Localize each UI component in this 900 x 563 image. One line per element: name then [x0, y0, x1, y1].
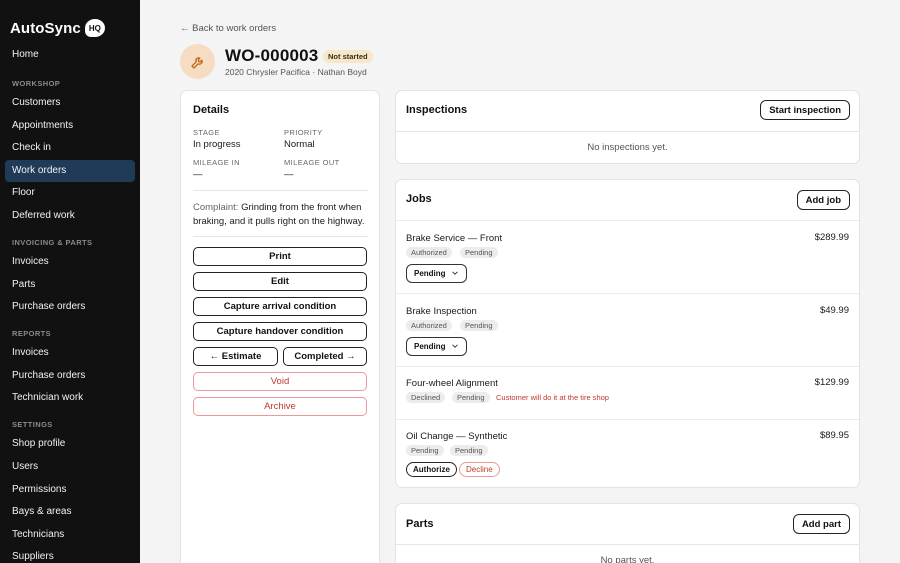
details-title: Details: [193, 104, 230, 116]
status-badge: Not started: [323, 50, 373, 63]
job-name: Four-wheel Alignment: [406, 378, 498, 389]
job-tag: Authorized: [406, 320, 452, 331]
capture-handover-button[interactable]: Capture handover condition: [193, 322, 367, 341]
nav-section-settings: SETTINGS: [12, 420, 53, 430]
priority-value: Normal: [284, 139, 315, 150]
inspections-empty: No inspections yet.: [587, 142, 668, 153]
mileage-out-value: —: [284, 169, 294, 180]
work-order-avatar: [180, 44, 215, 79]
nav-item-appointments[interactable]: Appointments: [5, 115, 135, 137]
nav-item-check-in[interactable]: Check in: [5, 137, 135, 159]
job-row[interactable]: Brake Service — Front $289.99 Authorized…: [396, 220, 859, 293]
inspections-title: Inspections: [406, 104, 468, 116]
job-name: Brake Service — Front: [406, 233, 503, 244]
job-status-select[interactable]: Pending: [406, 264, 467, 283]
capture-arrival-button[interactable]: Capture arrival condition: [193, 297, 367, 316]
stage-label: STAGE: [193, 128, 220, 137]
main-content: ← Back to work orders WO-000003 Not star…: [140, 0, 900, 563]
nav-item-work-orders[interactable]: Work orders: [5, 159, 135, 182]
job-row[interactable]: Brake Inspection $49.99 Authorized Pendi…: [396, 293, 859, 366]
nav-item-technician-work[interactable]: Technician work: [5, 387, 135, 409]
nav-item-users[interactable]: Users: [5, 456, 135, 478]
job-tag: Pending: [460, 247, 498, 258]
add-part-button[interactable]: Add part: [792, 514, 850, 534]
sidebar: AutoSync HQ Home WORKSHOP Customers Appo…: [0, 0, 140, 563]
brand[interactable]: AutoSync HQ: [0, 0, 140, 44]
details-card: Details STAGE In progress PRIORITY Norma…: [180, 90, 380, 563]
nav-section-invoicing: INVOICING & PARTS: [12, 237, 93, 247]
nav-item-permissions[interactable]: Permissions: [5, 479, 135, 501]
chevron-down-icon: [452, 344, 458, 348]
job-status-select[interactable]: Pending: [406, 337, 467, 356]
nav-item-parts[interactable]: Parts: [5, 274, 135, 296]
chevron-down-icon: [452, 271, 458, 275]
decline-button[interactable]: Decline: [459, 462, 500, 477]
job-price: $89.95: [819, 430, 849, 441]
divider: [396, 131, 859, 132]
jobs-title: Jobs: [406, 193, 432, 205]
nav-item-deferred-work[interactable]: Deferred work: [5, 205, 135, 227]
inspections-card: Inspections Start inspection No inspecti…: [395, 90, 860, 164]
complaint-label: Complaint:: [193, 202, 239, 213]
job-row[interactable]: Four-wheel Alignment $129.99 Declined Pe…: [396, 366, 859, 419]
mileage-out-label: MILEAGE OUT: [284, 158, 340, 167]
stage-value: In progress: [193, 139, 241, 150]
print-button[interactable]: Print: [193, 247, 367, 266]
job-tag: Authorized: [406, 247, 452, 258]
wrench-icon: [190, 56, 203, 69]
void-button[interactable]: Void: [193, 372, 367, 391]
job-row[interactable]: Oil Change — Synthetic $89.95 Pending Pe…: [396, 419, 859, 487]
job-status-value: Pending: [414, 342, 446, 351]
mileage-in-label: MILEAGE IN: [193, 158, 240, 167]
job-tag: Pending: [460, 320, 498, 331]
add-job-button[interactable]: Add job: [796, 190, 850, 210]
job-tag: Pending: [452, 392, 490, 403]
nav-item-customers[interactable]: Customers: [5, 92, 135, 114]
job-note: Customer will do it at the tire shop: [496, 393, 609, 402]
page-title: WO-000003: [225, 46, 319, 65]
brand-name: AutoSync: [10, 19, 81, 37]
parts-title: Parts: [406, 518, 434, 530]
complaint: Complaint: Grinding from the front when …: [193, 201, 371, 229]
job-tag: Pending: [406, 445, 444, 456]
nav-item-purchase-orders[interactable]: Purchase orders: [5, 296, 135, 318]
authorize-button[interactable]: Authorize: [406, 462, 457, 477]
nav-item-shop-profile[interactable]: Shop profile: [5, 433, 135, 455]
back-link[interactable]: ← Back to work orders: [180, 23, 276, 34]
divider: [193, 236, 368, 237]
divider: [193, 190, 368, 191]
edit-button[interactable]: Edit: [193, 272, 367, 291]
nav-item-home[interactable]: Home: [5, 44, 135, 66]
nav-item-report-purchase-orders[interactable]: Purchase orders: [5, 365, 135, 387]
job-status-value: Pending: [414, 269, 446, 278]
nav-item-suppliers[interactable]: Suppliers: [5, 546, 135, 563]
job-price: $289.99: [814, 232, 849, 243]
divider: [396, 544, 859, 545]
jobs-card: Jobs Add job Brake Service — Front $289.…: [395, 179, 860, 488]
nav-item-floor[interactable]: Floor: [5, 182, 135, 204]
job-name: Oil Change — Synthetic: [406, 431, 508, 442]
job-name: Brake Inspection: [406, 306, 477, 317]
completed-button[interactable]: Completed →: [283, 347, 367, 366]
job-tag: Pending: [450, 445, 488, 456]
job-price: $129.99: [814, 377, 849, 388]
job-tag: Declined: [406, 392, 446, 403]
hq-badge-icon: HQ: [84, 19, 105, 37]
nav-item-bays-areas[interactable]: Bays & areas: [5, 501, 135, 523]
nav-section-reports: REPORTS: [12, 329, 52, 339]
priority-label: PRIORITY: [284, 128, 323, 137]
start-inspection-button[interactable]: Start inspection: [760, 100, 850, 120]
job-price: $49.99: [819, 305, 849, 316]
nav-section-workshop: WORKSHOP: [12, 79, 61, 88]
nav-item-report-invoices[interactable]: Invoices: [5, 342, 135, 364]
mileage-in-value: —: [193, 169, 203, 180]
parts-empty: No parts yet.: [600, 555, 655, 563]
nav-item-technicians[interactable]: Technicians: [5, 524, 135, 546]
vehicle-customer-subtitle: 2020 Chrysler Pacifica · Nathan Boyd: [225, 67, 367, 77]
parts-card: Parts Add part No parts yet.: [395, 503, 860, 563]
nav-item-invoices[interactable]: Invoices: [5, 251, 135, 273]
archive-button[interactable]: Archive: [193, 397, 367, 416]
estimate-button[interactable]: ← Estimate: [193, 347, 278, 366]
